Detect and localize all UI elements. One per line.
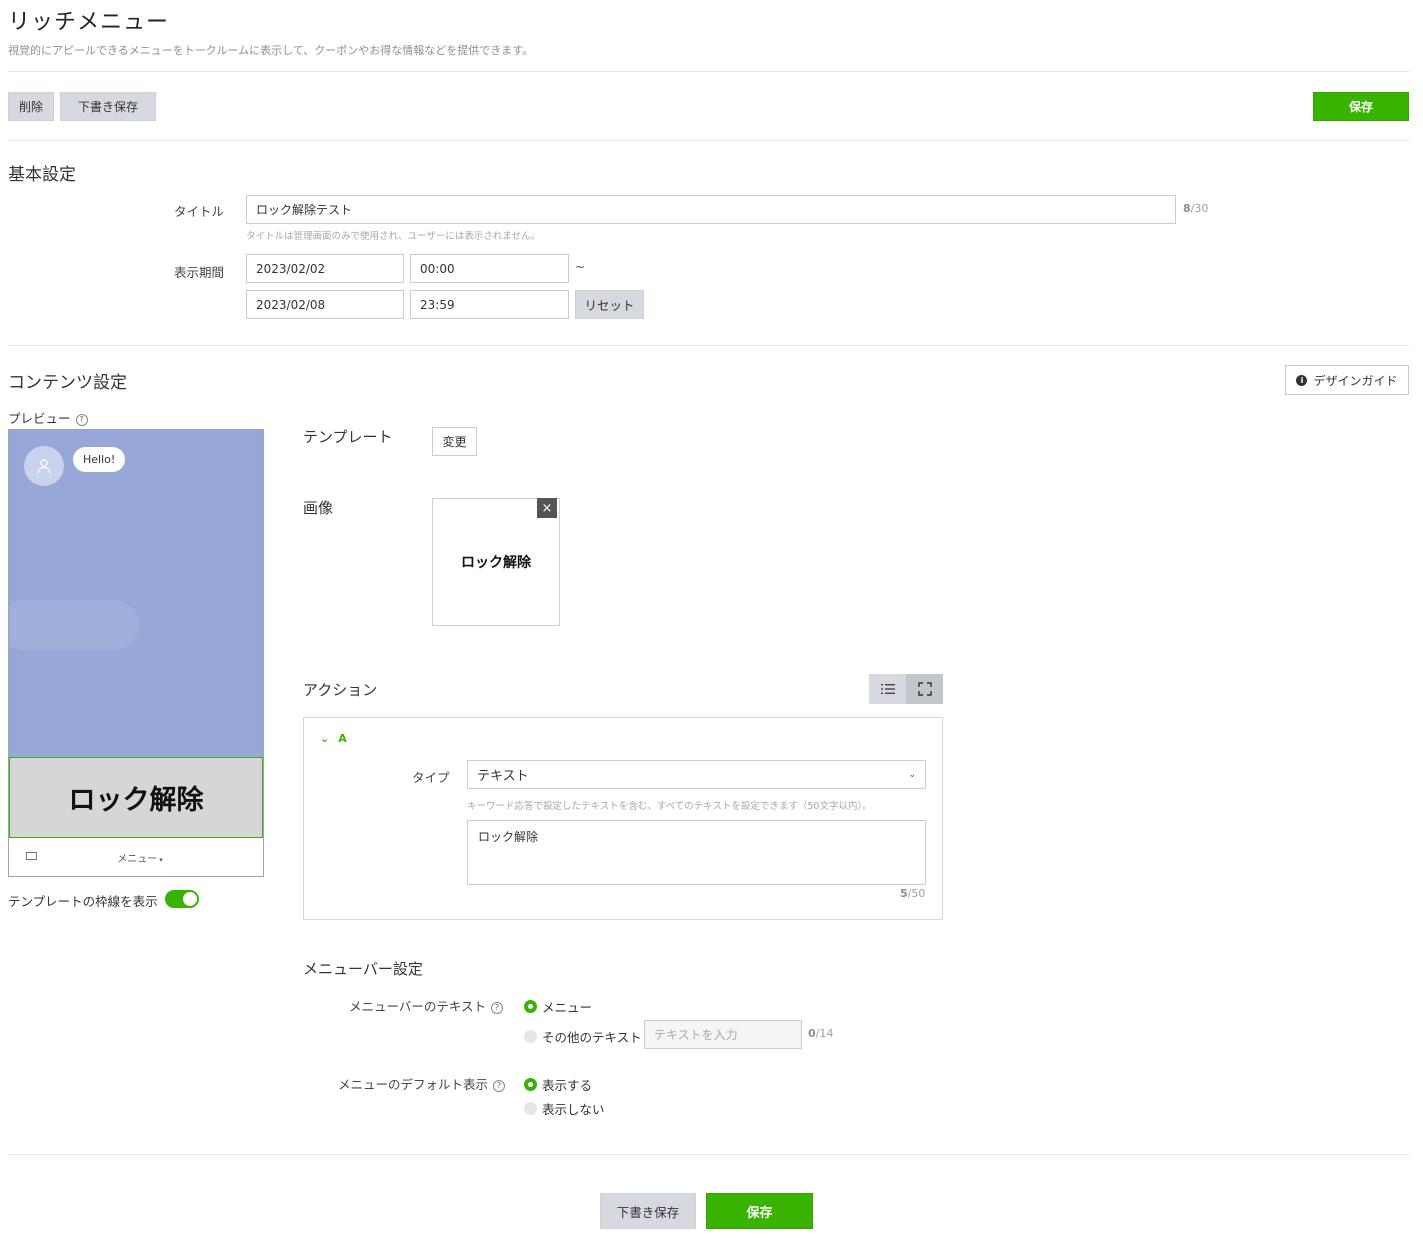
radio-menu-label: メニュー	[542, 1000, 593, 1015]
chat-bubble: Hello!	[73, 447, 126, 472]
action-panel: ⌄ A タイプ テキスト ⌄ キーワード応答で設定したテキストを含む、すべてのテキス…	[303, 717, 943, 920]
end-time-input[interactable]: 23:59	[410, 290, 569, 319]
page-description: 視覚的にアピールできるメニューをトークルームに表示して、クーポンやお得な情報など…	[8, 44, 534, 57]
close-icon[interactable]: ×	[537, 498, 557, 518]
image-thumbnail-text: ロック解除	[461, 555, 531, 571]
action-counter-current: 5	[900, 887, 908, 900]
info-icon: i	[1296, 374, 1308, 386]
avatar	[24, 446, 64, 486]
menubar-settings-title: メニューバー設定	[303, 960, 423, 978]
action-type-select[interactable]: テキスト ⌄	[467, 760, 926, 789]
end-date-input[interactable]: 2023/02/08	[246, 290, 404, 319]
caret-down-icon: ▾	[159, 856, 163, 864]
content-settings-title: コンテンツ設定	[8, 373, 127, 393]
divider	[8, 140, 1409, 141]
end-date-value: 2023/02/08	[256, 297, 326, 312]
expand-icon	[917, 682, 932, 696]
radio-unselected-icon	[524, 1030, 537, 1043]
action-type-value: テキスト	[477, 769, 529, 784]
preview-menu-image[interactable]: ロック解除	[9, 757, 263, 838]
period-separator: ~	[575, 260, 586, 274]
radio-show[interactable]: 表示する	[524, 1075, 592, 1094]
help-icon[interactable]: ?	[75, 413, 88, 426]
list-view-button[interactable]	[869, 674, 906, 704]
design-guide-button[interactable]: i デザインガイド	[1285, 365, 1409, 395]
other-text-placeholder: テキストを入力	[654, 1028, 738, 1042]
list-icon	[880, 684, 895, 694]
draft-save-button[interactable]: 下書き保存	[60, 92, 156, 121]
template-label: テンプレート	[303, 428, 393, 446]
radio-hide[interactable]: 表示しない	[524, 1099, 605, 1118]
title-input[interactable]: ロック解除テスト	[246, 195, 1176, 224]
title-label: タイトル	[174, 204, 225, 219]
divider	[8, 345, 1409, 346]
expand-view-button[interactable]	[906, 674, 943, 704]
preview-panel: Hello! ロック解除 メニュー ▾	[8, 429, 264, 877]
other-counter-current: 0	[808, 1027, 816, 1040]
design-guide-label: デザインガイド	[1313, 373, 1398, 388]
user-icon	[37, 459, 51, 474]
default-display-label: メニューのデフォルト表示?	[338, 1074, 506, 1093]
action-area-header[interactable]: ⌄ A	[320, 732, 347, 745]
footer-save-button[interactable]: 保存	[706, 1193, 813, 1229]
radio-selected-icon	[524, 1000, 537, 1013]
other-counter-max: /14	[815, 1027, 834, 1040]
border-toggle[interactable]	[165, 890, 199, 908]
chevron-down-icon: ⌄	[320, 732, 330, 745]
default-display-label-text: メニューのデフォルト表示	[338, 1077, 489, 1092]
title-input-value: ロック解除テスト	[256, 203, 353, 217]
radio-menu[interactable]: メニュー	[524, 997, 592, 1016]
period-label: 表示期間	[174, 265, 225, 280]
menubar-label: メニュー	[117, 854, 158, 865]
action-text-value: ロック解除	[478, 830, 539, 844]
image-label: 画像	[303, 499, 334, 517]
divider	[8, 1154, 1409, 1155]
action-type-hint: キーワード応答で設定したテキストを含む、すべてのテキストを設定できます（50文字…	[467, 801, 872, 812]
action-type-label: タイプ	[412, 770, 450, 785]
action-counter-max: /50	[907, 887, 926, 900]
end-time-value: 23:59	[420, 297, 455, 312]
preview-menubar: メニュー ▾	[9, 838, 263, 876]
other-text-counter: 0/14	[808, 1027, 833, 1040]
action-area-letter: A	[338, 732, 347, 745]
delete-button[interactable]: 削除	[8, 92, 54, 121]
radio-other-text[interactable]: その他のテキスト	[524, 1027, 642, 1046]
radio-show-label: 表示する	[542, 1078, 593, 1093]
radio-unselected-icon	[524, 1102, 537, 1115]
start-time-value: 00:00	[420, 261, 455, 276]
menubar-text-label: メニューバーのテキスト?	[349, 996, 504, 1015]
border-toggle-label: テンプレートの枠線を表示	[8, 894, 158, 909]
action-text-counter: 5/50	[900, 887, 925, 900]
title-hint: タイトルは管理画面のみで使用され、ユーザーには表示されません。	[246, 231, 541, 242]
start-date-value: 2023/02/02	[256, 261, 326, 276]
start-date-input[interactable]: 2023/02/02	[246, 254, 404, 283]
page-title: リッチメニュー	[8, 10, 170, 35]
help-icon[interactable]: ?	[491, 1001, 504, 1014]
start-time-input[interactable]: 00:00	[410, 254, 569, 283]
other-text-input[interactable]: テキストを入力	[644, 1020, 802, 1049]
title-counter-max: /30	[1190, 202, 1209, 215]
reset-button[interactable]: リセット	[575, 290, 644, 319]
menubar-text: メニュー ▾	[9, 850, 271, 865]
cloud-decoration	[9, 600, 139, 650]
radio-hide-label: 表示しない	[542, 1102, 605, 1117]
divider	[8, 71, 1409, 72]
basic-settings-title: 基本設定	[8, 165, 76, 185]
title-counter: 8/30	[1183, 202, 1208, 215]
title-counter-current: 8	[1183, 202, 1191, 215]
chevron-down-icon: ⌄	[908, 769, 916, 780]
change-template-button[interactable]: 変更	[432, 427, 477, 456]
action-label: アクション	[303, 681, 378, 699]
save-button[interactable]: 保存	[1313, 92, 1409, 121]
help-icon[interactable]: ?	[493, 1079, 506, 1092]
radio-other-label: その他のテキスト	[542, 1030, 642, 1045]
preview-chat-area: Hello!	[9, 430, 263, 757]
footer-draft-save-button[interactable]: 下書き保存	[600, 1193, 696, 1229]
radio-selected-icon	[524, 1078, 537, 1091]
preview-label: プレビュー	[8, 411, 71, 426]
preview-heading: プレビュー?	[8, 408, 88, 427]
menubar-text-label-text: メニューバーのテキスト	[349, 999, 487, 1014]
action-text-area[interactable]: ロック解除	[467, 820, 926, 885]
